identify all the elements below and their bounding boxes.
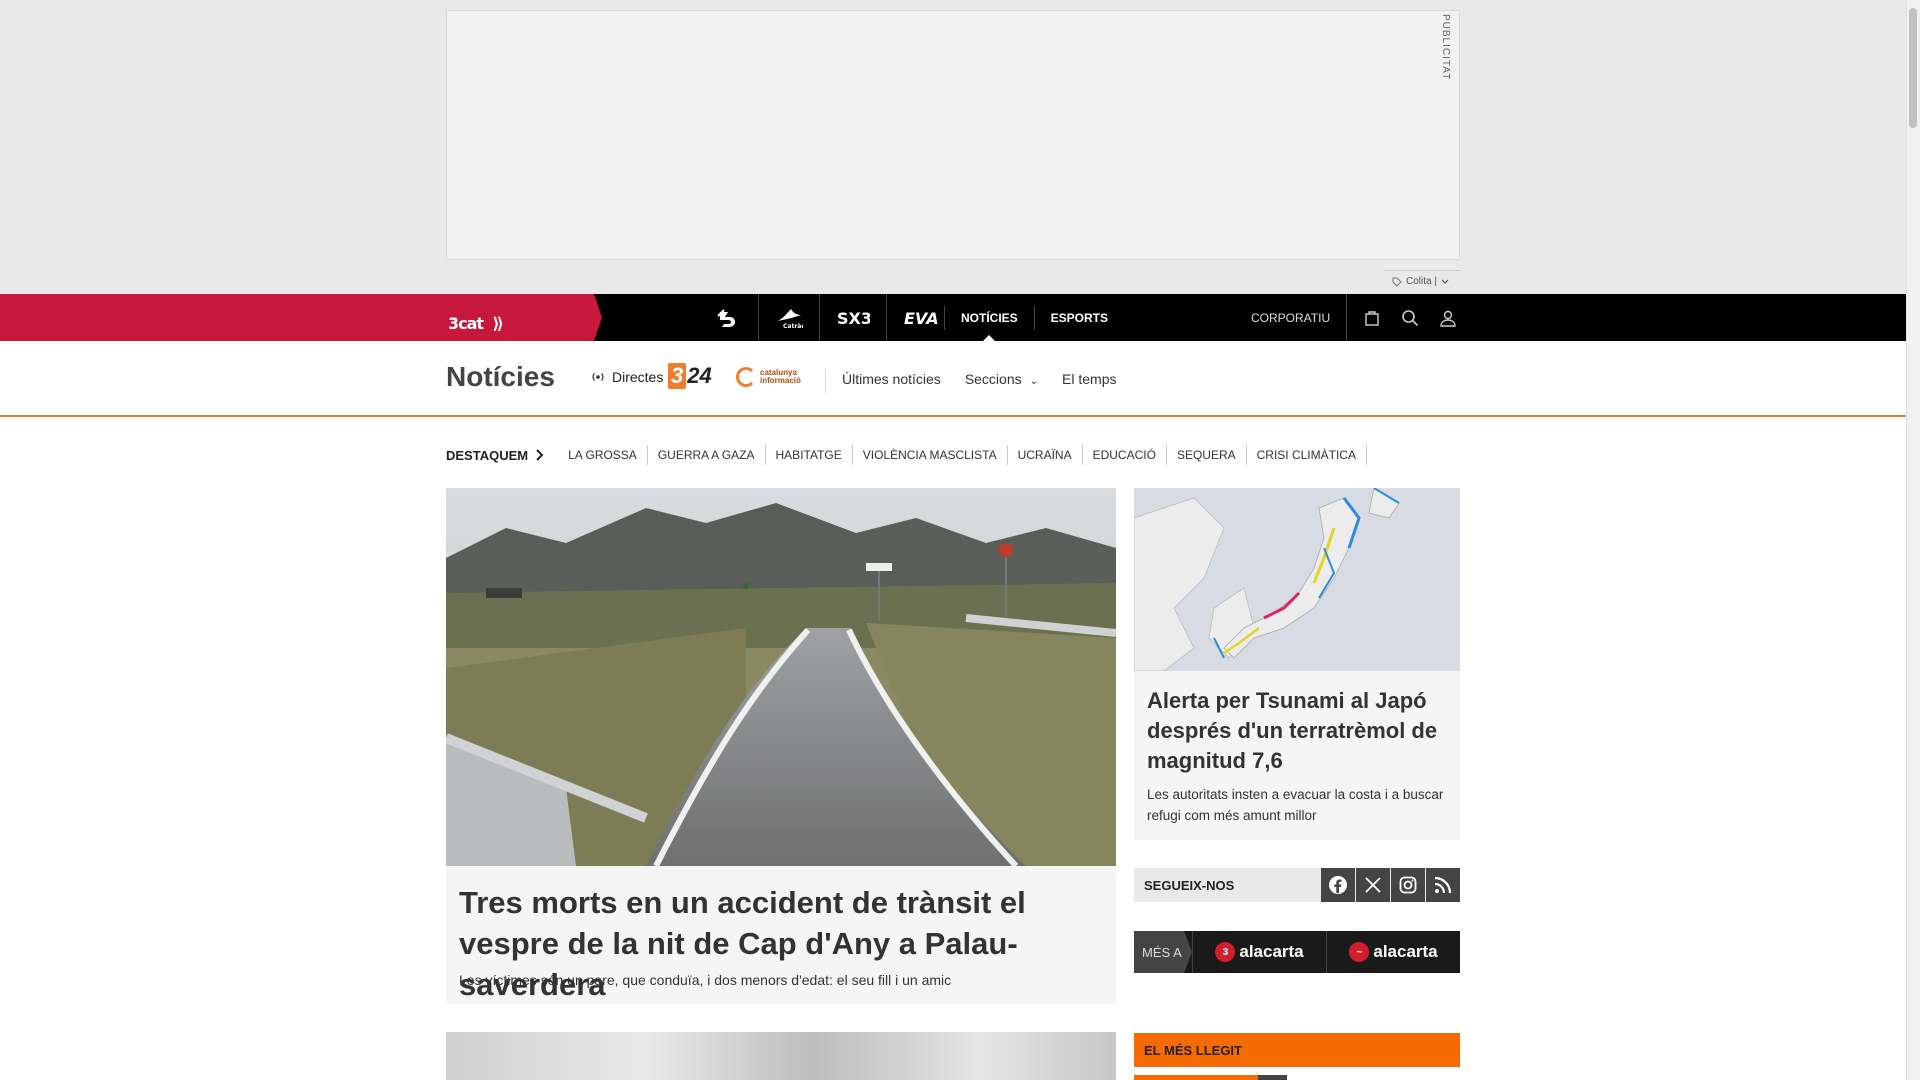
catradio-alacarta-icon: ~ (1349, 942, 1370, 962)
catinfo-icon (736, 367, 756, 387)
directes-link[interactable]: Directes (590, 369, 663, 385)
follow-us-bar: SEGUEIX-NOS (1134, 868, 1460, 902)
highlights-title: DESTAQUEM (446, 448, 544, 463)
ad-label: PUBLICITAT (1440, 14, 1451, 81)
x-button[interactable] (1356, 868, 1390, 902)
section-bar: Notícies Directes 3 24 catalunya informac… (0, 341, 1906, 417)
tv3-icon (717, 308, 735, 327)
live-broadcast-icon (592, 373, 604, 381)
highlight-educacio[interactable]: EDUCACIÓ (1083, 445, 1167, 465)
ad-banner[interactable] (446, 10, 1460, 260)
svg-text:EVA: EVA (904, 309, 939, 327)
top-navigation: 3cat ⟫ Catràdio SX3 EVA NOTÍCIES ESPORTS… (0, 294, 1906, 342)
shop-button[interactable] (1361, 307, 1383, 329)
highlight-crisi-climatica[interactable]: CRISI CLIMÀTICA (1247, 445, 1367, 465)
catinfo-line-2: informació (760, 376, 801, 385)
second-story-image[interactable] (446, 1032, 1116, 1080)
corporate-link[interactable]: CORPORATIU (1251, 294, 1330, 341)
tv3-alacarta-link[interactable]: 3 alacarta (1192, 931, 1326, 973)
road-photo (446, 488, 1116, 866)
user-icon (1440, 310, 1456, 327)
side-story-title[interactable]: Alerta per Tsunami al Japó després d'un … (1147, 686, 1447, 776)
most-read-tabs (1134, 1075, 1287, 1080)
catradio-alacarta-label: alacarta (1373, 942, 1438, 961)
channel-list: Catràdio SX3 EVA (700, 294, 955, 341)
324-logo-3: 3 (668, 363, 687, 389)
highlight-habitatge[interactable]: HABITATGE (766, 445, 853, 465)
chevron-right-icon (536, 449, 544, 461)
main-nav: NOTÍCIES ESPORTS (944, 294, 1124, 342)
tv3-alacarta-icon: 3 (1215, 942, 1236, 962)
catalunya-informacio-logo[interactable]: catalunya informació (736, 367, 801, 387)
follow-us-label: SEGUEIX-NOS (1144, 878, 1235, 893)
colita-button[interactable]: Colita | (1384, 270, 1460, 292)
highlight-la-grossa[interactable]: LA GROSSA (558, 445, 648, 465)
nav-noticies[interactable]: NOTÍCIES (945, 294, 1034, 342)
channel-tv3[interactable] (700, 294, 759, 341)
search-icon (1402, 309, 1419, 326)
catinfo-text: catalunya informació (760, 369, 801, 385)
highlight-violencia-masclista[interactable]: VIOLÈNCIA MASCLISTA (853, 445, 1008, 465)
tv3-alacarta-label: alacarta (1239, 942, 1304, 961)
main-story-image[interactable] (446, 488, 1116, 866)
directes-label: Directes (612, 369, 664, 385)
link-seccions[interactable]: Seccions ⌄ (965, 371, 1038, 387)
facebook-button[interactable] (1321, 868, 1355, 902)
mes-a-label: MÉS A (1134, 931, 1192, 973)
section-divider (825, 369, 826, 393)
main-story-subtitle: Les víctimes són un pare, que conduïa, i… (459, 972, 952, 988)
most-read-active-tab[interactable] (1134, 1075, 1258, 1080)
channel-sx3[interactable]: SX3 (820, 294, 887, 341)
tag-icon (1392, 277, 1402, 287)
facebook-icon (1329, 876, 1347, 894)
highlight-ucraina[interactable]: UCRAÏNA (1008, 445, 1083, 465)
highlight-sequera[interactable]: SEQUERA (1167, 445, 1247, 465)
sx3-icon: SX3 (837, 309, 870, 327)
user-button[interactable] (1437, 307, 1459, 329)
side-story-subtitle: Les autoritats insten a evacuar la costa… (1147, 787, 1444, 823)
section-links: Últimes notícies Seccions ⌄ El temps (842, 371, 1116, 387)
highlights-title-label: DESTAQUEM (446, 447, 529, 463)
header-tools (1346, 294, 1459, 341)
brand-name: 3cat (448, 314, 484, 333)
x-icon (1365, 877, 1381, 893)
svg-text:Catràdio: Catràdio (783, 323, 803, 329)
side-story-card[interactable]: Alerta per Tsunami al Japó després d'un … (1134, 488, 1460, 840)
section-title[interactable]: Notícies (446, 361, 555, 393)
social-icons (1321, 868, 1460, 902)
324-logo-24: 24 (687, 363, 712, 388)
alacarta-bar: MÉS A 3 alacarta ~ alacarta (1134, 931, 1460, 973)
svg-text:SX3: SX3 (837, 309, 870, 327)
search-button[interactable] (1399, 307, 1421, 329)
instagram-button[interactable] (1391, 868, 1425, 902)
main-story-card[interactable]: Tres morts en un accident de trànsit el … (446, 488, 1116, 1004)
chevron-down-icon (1441, 279, 1449, 284)
channel-catradio[interactable]: Catràdio (759, 294, 820, 341)
catradio-icon: Catràdio (777, 308, 803, 329)
catradio-alacarta-link[interactable]: ~ alacarta (1326, 931, 1460, 973)
japan-map (1134, 488, 1460, 671)
rss-button[interactable] (1426, 868, 1460, 902)
chevron-down-icon: ⌄ (1029, 376, 1039, 387)
highlights-bar: DESTAQUEM LA GROSSA GUERRA A GAZA HABITA… (446, 445, 1367, 465)
seccions-label: Seccions (964, 371, 1022, 387)
brand-band (0, 294, 602, 341)
link-el-temps[interactable]: El temps (1062, 371, 1116, 387)
ad-zone: PUBLICITAT Colita | (0, 0, 1906, 294)
shopping-bag-icon (1365, 310, 1379, 326)
eva-icon: EVA (904, 309, 939, 327)
page-scrollbar[interactable] (1906, 0, 1920, 1080)
highlight-guerra-gaza[interactable]: GUERRA A GAZA (648, 445, 766, 465)
324-logo[interactable]: 3 24 (668, 363, 712, 389)
nav-esports[interactable]: ESPORTS (1035, 294, 1124, 341)
instagram-icon (1399, 876, 1417, 894)
3cat-logo[interactable]: 3cat ⟫ (446, 307, 504, 335)
most-read-header: EL MÉS LLEGIT (1134, 1033, 1460, 1067)
side-story-image[interactable] (1134, 488, 1460, 671)
link-ultimes-noticies[interactable]: Últimes notícies (842, 371, 941, 387)
colita-label: Colita | (1406, 276, 1437, 287)
scrollbar-thumb[interactable] (1909, 8, 1917, 128)
rss-icon (1434, 876, 1452, 894)
